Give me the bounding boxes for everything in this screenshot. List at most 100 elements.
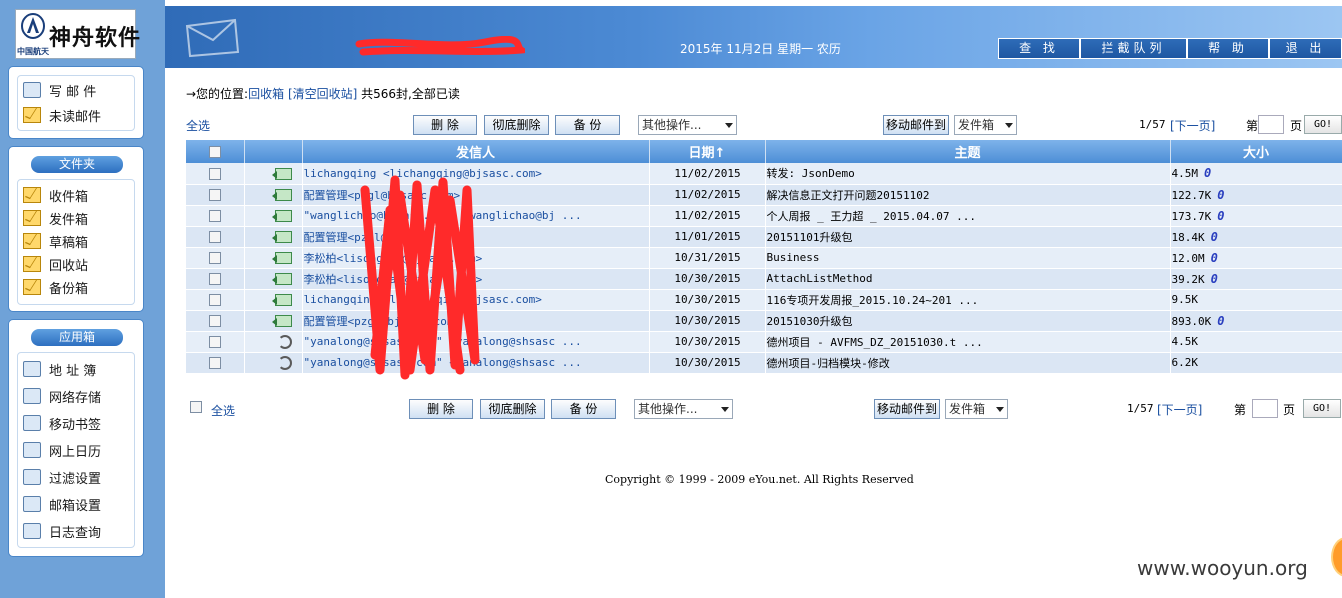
select-all-checkbox-bottom[interactable]	[190, 401, 202, 413]
folder-backup[interactable]: 备份箱	[23, 276, 88, 298]
intercept-queue-button[interactable]: 拦截队列	[1080, 38, 1187, 59]
size-cell: 893.0K 0	[1170, 310, 1342, 332]
move-to-button-bottom[interactable]: 移动邮件到	[874, 399, 940, 419]
row-checkbox[interactable]	[209, 357, 222, 369]
purge-button[interactable]: 彻底删除	[484, 115, 549, 135]
subject-cell[interactable]: 德州项目 - AVFMS_DZ_20151030.t ...	[765, 331, 1171, 353]
row-checkbox-cell[interactable]	[186, 268, 245, 290]
sender-header[interactable]: 发信人	[302, 140, 650, 163]
subject-cell[interactable]: 转发: JsonDemo	[765, 163, 1171, 185]
size-header[interactable]: 大小	[1170, 140, 1342, 163]
subject-cell[interactable]: 德州项目-归档模块-修改	[765, 352, 1171, 374]
row-checkbox-cell[interactable]	[186, 352, 245, 374]
date-cell: 10/30/2015	[649, 268, 766, 290]
subject-cell[interactable]: 20151030升级包	[765, 310, 1171, 332]
move-target-select-bottom[interactable]: 发件箱	[945, 399, 1008, 419]
size-cell: 4.5M 0	[1170, 163, 1342, 185]
app-bookmarks[interactable]: 移动书签	[23, 412, 101, 434]
subject-link[interactable]: Business	[767, 251, 820, 264]
subject-link[interactable]: 20151030升级包	[767, 315, 853, 328]
next-page-link[interactable]: [下一页]	[1170, 117, 1215, 134]
folder-trash[interactable]: 回收站	[23, 253, 88, 275]
folder-label: 草稿箱	[49, 235, 89, 251]
other-ops-select[interactable]: 其他操作...	[638, 115, 737, 135]
subject-cell[interactable]: 解决信息正文打开问题20151102	[765, 184, 1171, 206]
subject-link[interactable]: AttachListMethod	[767, 272, 873, 285]
backup-button-bottom[interactable]: 备 份	[551, 399, 616, 419]
help-button[interactable]: 帮 助	[1187, 38, 1269, 59]
page-info: 1/57	[1139, 118, 1166, 131]
row-checkbox-cell[interactable]	[186, 331, 245, 353]
row-checkbox-cell[interactable]	[186, 226, 245, 248]
page-number-input[interactable]	[1258, 115, 1284, 134]
row-checkbox[interactable]	[209, 315, 222, 327]
subject-link[interactable]: 德州项目 - AVFMS_DZ_20151030.t ...	[767, 336, 983, 349]
app-mail-settings[interactable]: 邮箱设置	[23, 493, 101, 515]
move-to-button[interactable]: 移动邮件到	[883, 115, 949, 135]
date-header[interactable]: 日期↑	[649, 140, 766, 163]
app-label: 网上日历	[49, 444, 102, 460]
row-checkbox[interactable]	[209, 167, 222, 180]
subject-cell[interactable]: 20151101升级包	[765, 226, 1171, 248]
subject-cell[interactable]: 个人周报 _ 王力超 _ 2015.04.07 ...	[765, 205, 1171, 227]
app-calendar[interactable]: 网上日历	[23, 439, 101, 461]
row-checkbox[interactable]	[209, 210, 222, 222]
subject-header[interactable]: 主题	[765, 140, 1171, 163]
search-button[interactable]: 查 找	[998, 38, 1080, 59]
next-page-link-bottom[interactable]: [下一页]	[1157, 401, 1202, 418]
row-checkbox-cell[interactable]	[186, 163, 245, 185]
subject-link[interactable]: 德州项目-归档模块-修改	[767, 357, 890, 370]
row-checkbox[interactable]	[209, 294, 222, 306]
delete-button-bottom[interactable]: 删 除	[409, 399, 473, 419]
other-ops-value: 其他操作...	[638, 402, 698, 416]
row-checkbox-cell[interactable]	[186, 289, 245, 311]
subject-cell[interactable]: 116专项开发周报_2015.10.24~201 ...	[765, 289, 1171, 311]
app-net-storage[interactable]: 网络存储	[23, 385, 101, 407]
row-checkbox[interactable]	[209, 273, 222, 285]
page-number-input-bottom[interactable]	[1252, 399, 1278, 418]
unread-link[interactable]: 未读邮件	[23, 104, 101, 126]
subject-link[interactable]: 个人周报 _ 王力超 _ 2015.04.07 ...	[767, 210, 976, 223]
row-checkbox[interactable]	[209, 189, 222, 201]
replied-mail-icon	[271, 315, 292, 327]
folder-drafts[interactable]: 草稿箱	[23, 230, 88, 252]
row-checkbox[interactable]	[209, 252, 222, 264]
row-checkbox-cell[interactable]	[186, 184, 245, 206]
row-checkbox-cell[interactable]	[186, 310, 245, 332]
row-checkbox[interactable]	[209, 231, 222, 243]
app-log[interactable]: 日志查询	[23, 520, 101, 542]
select-all-link[interactable]: 全选	[186, 117, 210, 134]
app-filter[interactable]: 过滤设置	[23, 466, 101, 488]
row-checkbox-cell[interactable]	[186, 247, 245, 269]
select-all-checkbox[interactable]	[208, 145, 221, 158]
folder-sent[interactable]: 发件箱	[23, 207, 88, 229]
backup-button[interactable]: 备 份	[555, 115, 620, 135]
compose-link[interactable]: 写 邮 件	[23, 79, 96, 101]
subject-link[interactable]: 解决信息正文打开问题20151102	[767, 189, 930, 202]
select-all-checkbox-cell[interactable]	[186, 140, 245, 163]
forwarded-mail-icon	[277, 334, 292, 349]
date-cell: 10/30/2015	[649, 289, 766, 311]
subject-cell[interactable]: Business	[765, 247, 1171, 269]
select-all-link-bottom[interactable]: 全选	[211, 402, 235, 419]
replied-mail-icon	[271, 273, 292, 285]
row-checkbox[interactable]	[209, 336, 222, 348]
subject-link[interactable]: 116专项开发周报_2015.10.24~201 ...	[767, 294, 979, 307]
folders-title: 文件夹	[31, 156, 123, 173]
logout-button[interactable]: 退 出	[1269, 38, 1342, 59]
other-ops-select-bottom[interactable]: 其他操作...	[634, 399, 733, 419]
delete-button[interactable]: 删 除	[413, 115, 477, 135]
app-address-book[interactable]: 地 址 簿	[23, 358, 96, 380]
go-button-bottom[interactable]: GO!	[1303, 399, 1341, 418]
go-button[interactable]: GO!	[1304, 115, 1342, 134]
folder-inbox[interactable]: 收件箱	[23, 184, 88, 206]
date-cell: 11/02/2015	[649, 163, 766, 185]
breadcrumb-location[interactable]: 回收箱	[248, 87, 284, 101]
subject-link[interactable]: 转发: JsonDemo	[767, 167, 855, 180]
subject-link[interactable]: 20151101升级包	[767, 231, 853, 244]
purge-button-bottom[interactable]: 彻底删除	[480, 399, 545, 419]
row-checkbox-cell[interactable]	[186, 205, 245, 227]
subject-cell[interactable]: AttachListMethod	[765, 268, 1171, 290]
move-target-select[interactable]: 发件箱	[954, 115, 1017, 135]
empty-trash-link[interactable]: [清空回收站]	[288, 87, 357, 101]
